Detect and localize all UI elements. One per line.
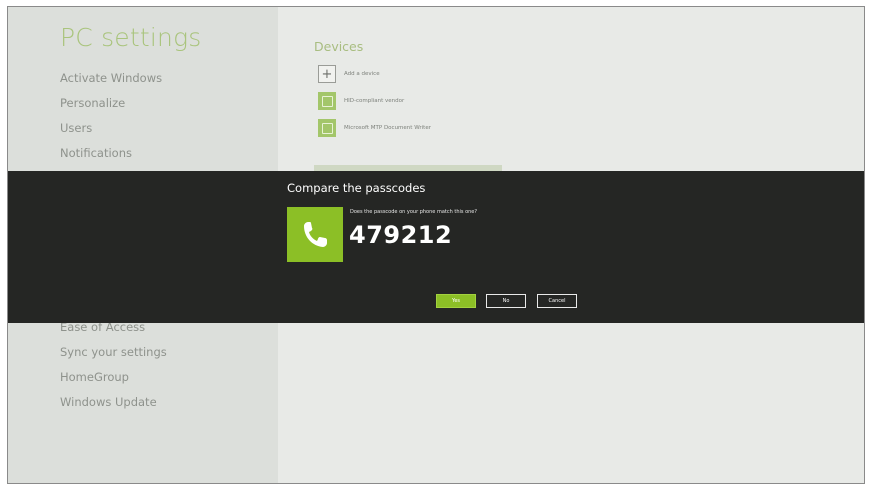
device-mtp-writer[interactable]: Microsoft MTP Document Writer bbox=[318, 119, 431, 137]
plus-icon: + bbox=[318, 65, 336, 83]
nav-item-users[interactable]: Users bbox=[60, 121, 92, 135]
device-label: Add a device bbox=[344, 71, 380, 77]
device-label: HID-compliant vendor bbox=[344, 98, 405, 104]
nav-item-sync-settings[interactable]: Sync your settings bbox=[60, 345, 167, 359]
app-title: PC settings bbox=[60, 23, 202, 52]
cancel-button[interactable]: Cancel bbox=[537, 294, 577, 308]
yes-button[interactable]: Yes bbox=[436, 294, 476, 308]
pc-settings-window: PC settings Activate Windows Personalize… bbox=[7, 6, 865, 484]
dialog-question: Does the passcode on your phone match th… bbox=[350, 209, 478, 215]
device-hid[interactable]: HID-compliant vendor bbox=[318, 92, 404, 110]
nav-item-homegroup[interactable]: HomeGroup bbox=[60, 370, 129, 384]
nav-item-notifications[interactable]: Notifications bbox=[60, 146, 132, 160]
device-label: Microsoft MTP Document Writer bbox=[344, 125, 431, 131]
nav-item-activate-windows[interactable]: Activate Windows bbox=[60, 71, 162, 85]
no-button[interactable]: No bbox=[486, 294, 526, 308]
device-icon bbox=[318, 92, 336, 110]
device-add[interactable]: + Add a device bbox=[318, 65, 380, 83]
dialog-title: Compare the passcodes bbox=[287, 181, 426, 195]
passcode: 479212 bbox=[349, 221, 453, 249]
phone-icon bbox=[287, 207, 343, 262]
nav-item-windows-update[interactable]: Windows Update bbox=[60, 395, 157, 409]
pairing-dialog: Compare the passcodes Does the passcode … bbox=[8, 171, 864, 323]
printer-icon bbox=[318, 119, 336, 137]
nav-item-personalize[interactable]: Personalize bbox=[60, 96, 125, 110]
devices-section-title: Devices bbox=[314, 39, 364, 54]
